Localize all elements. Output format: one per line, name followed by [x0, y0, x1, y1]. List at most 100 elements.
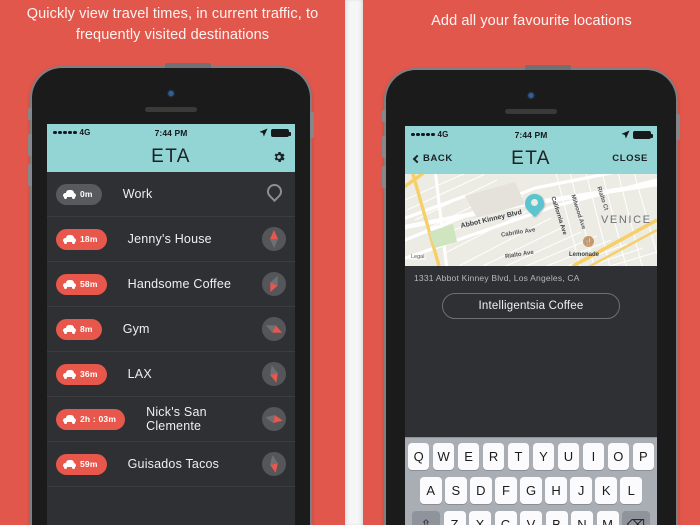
- compass-needle-icon: [262, 317, 286, 341]
- key-N[interactable]: N: [571, 511, 593, 525]
- key-P[interactable]: P: [632, 443, 655, 470]
- right-promo-panel: Add all your favourite locations 4G 7:44…: [363, 0, 700, 525]
- destination-row[interactable]: 18m Jenny's House: [47, 217, 295, 262]
- car-icon: [63, 235, 76, 244]
- network-label: 4G: [79, 128, 91, 137]
- eta-badge: 58m: [56, 273, 107, 295]
- direction-indicator: [262, 317, 286, 341]
- keyboard-row-1: QWERTYUIOP: [407, 443, 655, 470]
- key-D[interactable]: D: [470, 477, 492, 504]
- page-title: ETA: [151, 145, 191, 167]
- key-X[interactable]: X: [469, 511, 491, 525]
- car-icon: [63, 415, 76, 424]
- iphone-frame-left: 4G 7:44 PM ETA 0m Work 18m Jenny's House…: [28, 63, 314, 525]
- settings-button[interactable]: [272, 150, 286, 164]
- compass-needle-icon: [262, 272, 286, 296]
- key-J[interactable]: J: [570, 477, 592, 504]
- car-icon: [63, 460, 76, 469]
- destination-name: Guisados Tacos: [127, 457, 220, 471]
- close-button[interactable]: CLOSE: [612, 153, 648, 164]
- direction-indicator: [262, 180, 286, 206]
- key-K[interactable]: K: [595, 477, 617, 504]
- key-F[interactable]: F: [495, 477, 517, 504]
- right-caption: Add all your favourite locations: [431, 13, 632, 29]
- key-R[interactable]: R: [482, 443, 505, 470]
- eta-badge: 8m: [56, 318, 102, 340]
- destination-name: LAX: [127, 367, 152, 381]
- eta-badge: 59m: [56, 453, 107, 475]
- eta-badge: 18m: [56, 228, 107, 250]
- direction-indicator: [262, 407, 286, 431]
- key-G[interactable]: G: [520, 477, 542, 504]
- key-B[interactable]: B: [545, 511, 568, 525]
- backspace-key[interactable]: ⌫: [622, 511, 650, 525]
- key-C[interactable]: C: [494, 511, 517, 525]
- destination-row[interactable]: 8m Gym: [47, 307, 295, 352]
- key-Q[interactable]: Q: [407, 443, 430, 470]
- key-O[interactable]: O: [607, 443, 630, 470]
- destination-row[interactable]: 59m Guisados Tacos: [47, 442, 295, 487]
- volume-down-button: [28, 164, 32, 186]
- left-caption: Quickly view travel times, in current tr…: [26, 6, 319, 43]
- power-button: [676, 114, 680, 140]
- close-button-label: CLOSE: [612, 153, 648, 164]
- direction-indicator: [262, 272, 286, 296]
- eta-value: 2h : 03m: [80, 414, 117, 424]
- nav-bar-right: BACK ETA CLOSE: [405, 143, 657, 174]
- key-E[interactable]: E: [457, 443, 480, 470]
- key-V[interactable]: V: [520, 511, 542, 525]
- destination-name: Work: [122, 187, 153, 201]
- signal-strength-icon: [53, 130, 77, 135]
- key-U[interactable]: U: [557, 443, 580, 470]
- eta-value: 8m: [80, 324, 93, 334]
- direction-indicator: [262, 362, 286, 386]
- compass-needle-icon: [262, 452, 286, 476]
- destination-row[interactable]: 0m Work: [47, 172, 295, 217]
- key-Y[interactable]: Y: [532, 443, 555, 470]
- back-button-label: BACK: [423, 153, 453, 164]
- direction-indicator: [262, 452, 286, 476]
- key-Z[interactable]: Z: [443, 511, 466, 525]
- map-label-poi: Lemonade: [569, 252, 600, 258]
- key-A[interactable]: A: [419, 477, 442, 504]
- location-arrow-icon: [259, 128, 268, 137]
- signal-strength-icon: [411, 132, 435, 137]
- volume-down-button: [382, 166, 386, 188]
- map-pin-icon: [263, 180, 285, 204]
- restaurant-poi-icon[interactable]: 🍴: [583, 236, 594, 247]
- eta-badge: 0m: [56, 183, 102, 205]
- battery-full-icon: [633, 130, 654, 139]
- key-W[interactable]: W: [432, 443, 455, 470]
- status-bar-time: 7:44 PM: [154, 127, 188, 138]
- key-S[interactable]: S: [445, 477, 467, 504]
- key-T[interactable]: T: [507, 443, 530, 470]
- search-input[interactable]: Intelligentsia Coffee: [442, 293, 620, 319]
- direction-indicator: [262, 227, 286, 251]
- status-bar-right: 4G 7:44 PM: [405, 126, 657, 143]
- status-bar-left-group: 4G: [53, 128, 155, 137]
- car-icon: [63, 370, 76, 379]
- shift-key[interactable]: ⇧: [412, 511, 440, 525]
- destination-row[interactable]: 2h : 03m Nick's San Clemente: [47, 397, 295, 442]
- panel-divider: [345, 0, 363, 525]
- destination-name: Jenny's House: [127, 232, 212, 246]
- left-promo-panel: Quickly view travel times, in current tr…: [0, 0, 345, 525]
- destination-row[interactable]: 36m LAX: [47, 352, 295, 397]
- status-bar-left-group: 4G: [411, 130, 515, 139]
- map-attribution[interactable]: Legal: [409, 254, 427, 260]
- status-bar-time: 7:44 PM: [514, 129, 548, 140]
- map-view[interactable]: Abbot Kinney Blvd Cabrillo Ave Rialto Av…: [405, 174, 657, 266]
- key-H[interactable]: H: [545, 477, 567, 504]
- compass-needle-icon: [262, 362, 286, 386]
- screen-right: 4G 7:44 PM BACK ET A CLOSE Abbot Kinney B…: [405, 126, 657, 525]
- key-M[interactable]: M: [596, 511, 619, 525]
- nav-bar-left: ETA: [47, 141, 295, 172]
- screen-left: 4G 7:44 PM ETA 0m Work 18m Jenny's House…: [47, 124, 295, 525]
- destination-row[interactable]: 58m Handsome Coffee: [47, 262, 295, 307]
- key-I[interactable]: I: [582, 443, 605, 470]
- car-icon: [63, 190, 76, 199]
- keyboard-row-2: ASDFGHJKL: [408, 477, 654, 504]
- onscreen-keyboard: QWERTYUIOP ASDFGHJKL ⇧ Z X C V B N M ⌫: [405, 437, 657, 525]
- key-L[interactable]: L: [620, 477, 643, 504]
- back-button[interactable]: BACK: [412, 153, 453, 164]
